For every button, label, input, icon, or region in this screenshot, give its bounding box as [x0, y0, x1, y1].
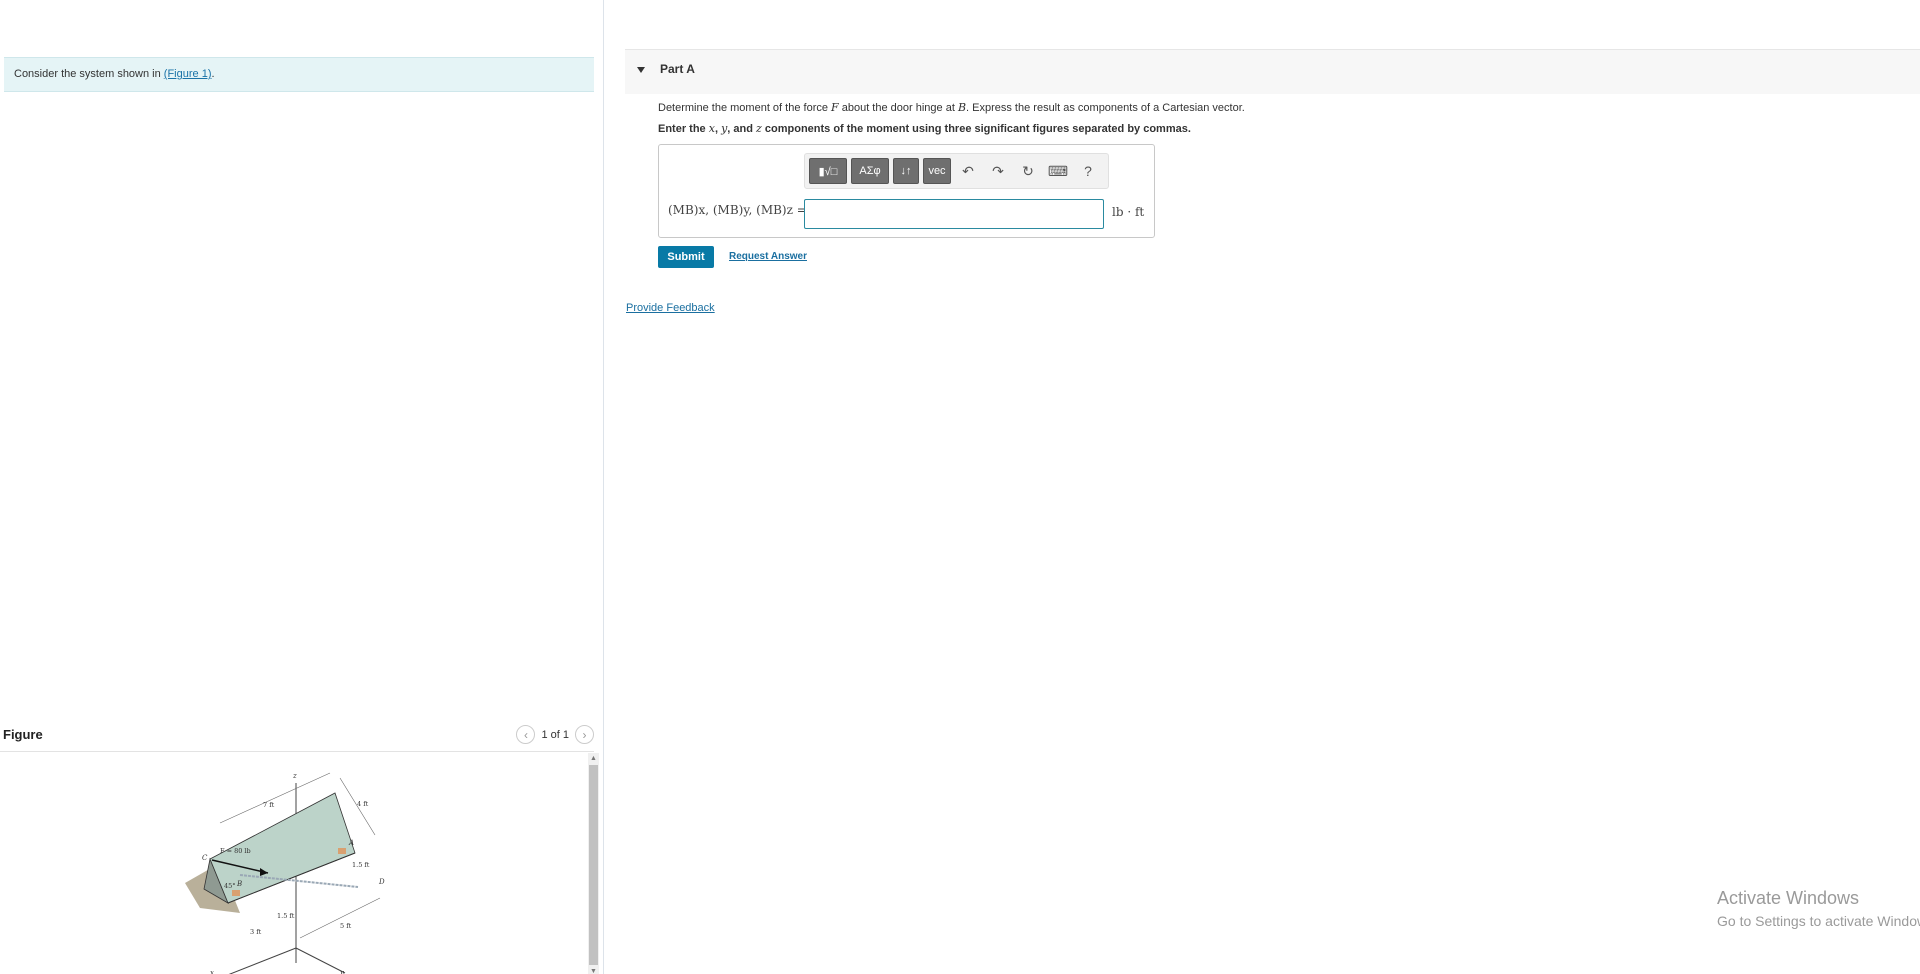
help-button[interactable]: ?: [1075, 158, 1101, 184]
q1-hinge-var: B: [957, 101, 967, 114]
label-b: B: [236, 880, 242, 888]
chevron-right-icon: ›: [582, 727, 587, 742]
figure-scrollbar[interactable]: ▲ ▼: [588, 753, 599, 974]
redo-icon[interactable]: ↷: [985, 158, 1011, 184]
label-y: y: [339, 969, 345, 974]
q1-force-var: F: [831, 101, 839, 114]
scroll-down-icon[interactable]: ▼: [588, 966, 599, 974]
windows-activation-watermark: Activate Windows Go to Settings to activ…: [1717, 888, 1920, 929]
label-d: D: [378, 878, 385, 886]
label-5ft: 5 ft: [340, 922, 352, 930]
hinge-a: [338, 848, 346, 854]
scroll-thumb[interactable]: [589, 765, 598, 965]
answer-input[interactable]: [804, 199, 1104, 229]
figure-viewport: z x y 7 ft 4 ft F = 80 lb C A B D 1.5 ft…: [0, 753, 594, 974]
figure-pager: ‹ 1 of 1 ›: [516, 725, 594, 744]
request-answer-link[interactable]: Request Answer: [729, 251, 807, 262]
label-z: z: [292, 772, 297, 780]
next-figure-button[interactable]: ›: [575, 725, 594, 744]
label-x: x: [210, 969, 214, 974]
figure-title: Figure: [3, 727, 43, 742]
figure-link[interactable]: (Figure 1): [164, 68, 212, 80]
part-a-title: Part A: [660, 62, 695, 76]
question-text: Determine the moment of the force F abou…: [658, 101, 1245, 114]
label-force: F = 80 lb: [220, 847, 251, 855]
caret-down-icon[interactable]: [637, 67, 645, 73]
door-figure: z x y 7 ft 4 ft F = 80 lb C A B D 1.5 ft…: [185, 772, 385, 974]
q1-text-a: Determine the moment of the force: [658, 102, 832, 114]
label-4ft: 4 ft: [357, 800, 369, 808]
problem-intro: Consider the system shown in (Figure 1).: [4, 57, 594, 92]
figure-header: Figure ‹ 1 of 1 ›: [0, 720, 594, 752]
watermark-line-2: Go to Settings to activate Windows.: [1717, 913, 1920, 929]
left-pane: Consider the system shown in (Figure 1).…: [0, 0, 604, 974]
instruction-text: Enter the x, y, and z components of the …: [658, 122, 1191, 135]
label-angle: 45°: [224, 882, 236, 890]
label-3ft: 3 ft: [250, 928, 262, 936]
chevron-left-icon: ‹: [523, 727, 528, 742]
q2-text-d: components of the moment using three sig…: [761, 123, 1191, 135]
x-axis: [228, 947, 297, 974]
label-a: A: [348, 839, 354, 847]
watermark-line-1: Activate Windows: [1717, 888, 1860, 908]
keyboard-icon[interactable]: ⌨: [1045, 158, 1071, 184]
unit-label: lb · ft: [1112, 205, 1145, 219]
hinge-b: [232, 890, 240, 896]
greek-symbols-button[interactable]: ΑΣφ: [851, 158, 889, 184]
reset-icon[interactable]: ↻: [1015, 158, 1041, 184]
answer-box: ▮√□ ΑΣφ ↓↑ vec ↶ ↷ ↻ ⌨ ? (MB)x, (MB)y, (…: [658, 144, 1155, 238]
q2-text-a: Enter the: [658, 123, 709, 135]
intro-text: Consider the system shown in: [14, 68, 164, 80]
pager-count: 1 of 1: [541, 728, 569, 741]
y-axis: [295, 947, 346, 974]
dim-5ft: [299, 897, 381, 939]
provide-feedback-link[interactable]: Provide Feedback: [626, 302, 715, 314]
prev-figure-button[interactable]: ‹: [516, 725, 536, 744]
subscript-superscript-button[interactable]: ↓↑: [893, 158, 919, 184]
label-1-5ft-a: 1.5 ft: [352, 861, 370, 869]
equation-label: (MB)x, (MB)y, (MB)z =: [668, 203, 807, 217]
right-pane: Part A Determine the moment of the force…: [605, 0, 1920, 974]
label-1-5ft-b: 1.5 ft: [277, 912, 295, 920]
q2-text-c: , and: [727, 123, 757, 135]
intro-suffix: .: [211, 68, 215, 80]
undo-icon[interactable]: ↶: [955, 158, 981, 184]
q1-text-b: about the door hinge at: [838, 102, 958, 114]
label-7ft: 7 ft: [263, 801, 275, 809]
math-toolbar: ▮√□ ΑΣφ ↓↑ vec ↶ ↷ ↻ ⌨ ?: [804, 153, 1109, 189]
submit-button[interactable]: Submit: [658, 246, 714, 268]
vector-button[interactable]: vec: [923, 158, 951, 184]
templates-button[interactable]: ▮√□: [809, 158, 847, 184]
q1-text-c: . Express the result as components of a …: [966, 102, 1245, 114]
part-a-header[interactable]: Part A: [625, 49, 1920, 94]
label-c: C: [202, 854, 208, 862]
scroll-up-icon[interactable]: ▲: [588, 753, 599, 765]
